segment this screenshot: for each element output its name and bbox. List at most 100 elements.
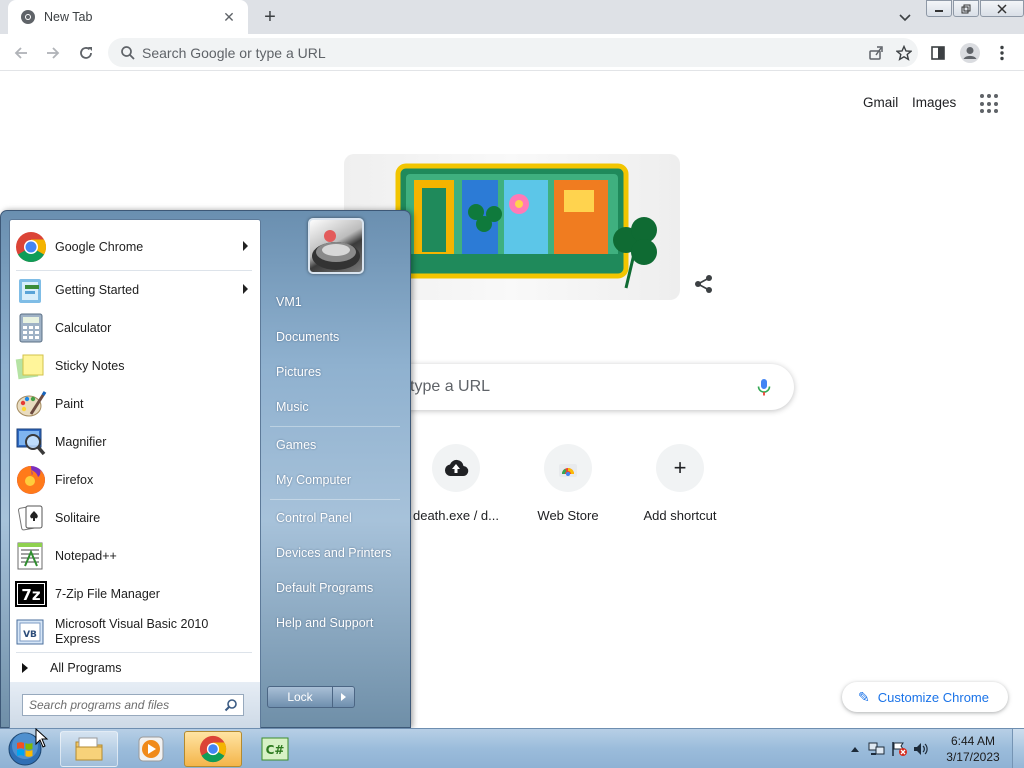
program-label: Microsoft Visual Basic 2010 Express (55, 617, 209, 646)
svg-text:7z: 7z (21, 586, 40, 604)
show-desktop-button[interactable] (1012, 729, 1024, 768)
visual-basic-icon: VB (14, 615, 48, 649)
svg-text:VB: VB (23, 630, 37, 640)
bookmark-star-icon[interactable] (890, 39, 918, 67)
sm-item-google-chrome[interactable]: Google Chrome (12, 228, 258, 266)
system-tray (844, 729, 932, 768)
taskbar-media-player[interactable] (122, 731, 180, 767)
all-programs-label: All Programs (50, 661, 122, 675)
reload-button[interactable] (73, 40, 99, 66)
customize-chrome-button[interactable]: ✎ Customize Chrome (842, 682, 1008, 712)
sm-item-7-zip[interactable]: 7z 7-Zip File Manager (12, 575, 258, 613)
menu-kebab-icon[interactable] (988, 39, 1016, 67)
sm-item-visual-basic[interactable]: VB Microsoft Visual Basic 2010 Express (12, 613, 258, 651)
sm-item-magnifier[interactable]: Magnifier (12, 423, 258, 461)
address-bar[interactable]: Search Google or type a URL (108, 38, 918, 67)
restore-button[interactable] (953, 0, 979, 17)
all-programs-button[interactable]: All Programs (12, 654, 258, 682)
chevron-down-icon[interactable] (895, 8, 915, 28)
sm-place-my-computer[interactable]: My Computer (268, 465, 404, 495)
clock-date: 3/17/2023 (946, 750, 1000, 764)
taskbar-explorer[interactable] (60, 731, 118, 767)
lock-button-group: Lock (267, 686, 357, 708)
sm-place-pictures[interactable]: Pictures (268, 357, 404, 387)
sm-item-sticky-notes[interactable]: Sticky Notes (12, 347, 258, 385)
sm-item-notepad-plus-plus[interactable]: Notepad++ (12, 537, 258, 575)
program-label: Magnifier (55, 434, 107, 449)
expand-arrow-icon (22, 663, 28, 673)
taskbar: C# 6:44 AM 3/17/2023 (0, 728, 1024, 768)
profile-avatar-icon[interactable] (956, 39, 984, 67)
start-search-input[interactable]: Search programs and files (22, 694, 244, 716)
shutdown-options-button[interactable] (333, 686, 355, 708)
forward-button[interactable] (40, 40, 66, 66)
svg-text:C#: C# (266, 743, 285, 757)
taskbar-clock[interactable]: 6:44 AM 3/17/2023 (940, 733, 1006, 765)
taskbar-visual-csharp[interactable]: C# (246, 731, 304, 767)
solitaire-icon (14, 501, 48, 535)
sm-item-firefox[interactable]: Firefox (12, 461, 258, 499)
divider (16, 652, 252, 653)
images-link[interactable]: Images (912, 95, 956, 110)
browser-toolbar: Search Google or type a URL (0, 34, 1024, 71)
microphone-icon[interactable] (754, 377, 774, 397)
sm-item-solitaire[interactable]: Solitaire (12, 499, 258, 537)
google-apps-icon[interactable] (980, 94, 1000, 114)
tab-new-tab[interactable]: New Tab ✕ (8, 0, 248, 34)
firefox-icon (14, 463, 48, 497)
shortcut-label: Add shortcut (643, 508, 717, 523)
7zip-icon: 7z (14, 577, 48, 611)
program-label: 7-Zip File Manager (55, 586, 160, 601)
close-icon[interactable]: ✕ (220, 8, 238, 26)
mouse-pointer-icon (35, 727, 49, 748)
divider (270, 499, 400, 500)
program-label: Getting Started (55, 282, 140, 297)
new-tab-button[interactable]: + (258, 5, 282, 29)
share-doodle-icon[interactable] (693, 273, 715, 295)
back-button[interactable] (8, 40, 34, 66)
sm-place-default-programs[interactable]: Default Programs (268, 573, 404, 603)
chrome-icon (20, 9, 36, 25)
side-panel-icon[interactable] (924, 39, 952, 67)
notepad-plus-icon (14, 539, 48, 573)
lock-button[interactable]: Lock (267, 686, 333, 708)
action-center-flag-icon[interactable] (888, 738, 910, 760)
folder-icon (75, 737, 103, 761)
shortcut-death-exe[interactable]: death.exe / d... (400, 444, 512, 523)
close-window-button[interactable] (980, 0, 1024, 17)
sm-place-help-and-support[interactable]: Help and Support (268, 608, 404, 638)
show-hidden-icons-button[interactable] (844, 738, 866, 760)
sm-place-documents[interactable]: Documents (268, 322, 404, 352)
sm-place-music[interactable]: Music (268, 392, 404, 422)
sm-place-devices-and-printers[interactable]: Devices and Printers (268, 538, 404, 568)
gmail-link[interactable]: Gmail (863, 95, 898, 110)
program-label: Solitaire (55, 510, 101, 525)
network-icon[interactable] (866, 738, 888, 760)
sticky-notes-icon (14, 349, 48, 383)
volume-icon[interactable] (910, 738, 932, 760)
divider (270, 426, 400, 427)
sm-place-vm1[interactable]: VM1 (268, 287, 404, 317)
customize-chrome-label: Customize Chrome (877, 689, 989, 705)
sm-place-games[interactable]: Games (268, 430, 404, 460)
upload-cloud-icon (432, 444, 480, 492)
calculator-icon (14, 311, 48, 345)
sm-item-calculator[interactable]: Calculator (12, 309, 258, 347)
user-picture[interactable] (308, 218, 364, 274)
magnifier-icon (14, 425, 48, 459)
taskbar-google-chrome[interactable] (184, 731, 242, 767)
sm-item-paint[interactable]: Paint (12, 385, 258, 423)
sm-place-control-panel[interactable]: Control Panel (268, 503, 404, 533)
ntp-search-placeholder: type a URL (410, 378, 491, 395)
program-label: Notepad++ (55, 548, 117, 563)
program-label: Firefox (55, 472, 94, 487)
shortcut-web-store[interactable]: Web Store (512, 444, 624, 523)
sm-item-getting-started[interactable]: Getting Started (12, 271, 258, 309)
share-icon[interactable] (862, 39, 890, 67)
add-shortcut-button[interactable]: + Add shortcut (624, 444, 736, 523)
clock-time: 6:44 AM (950, 734, 996, 748)
submenu-arrow-icon (243, 284, 248, 294)
media-player-icon (138, 736, 164, 762)
chrome-web-store-icon (544, 444, 592, 492)
minimize-button[interactable] (926, 0, 952, 17)
